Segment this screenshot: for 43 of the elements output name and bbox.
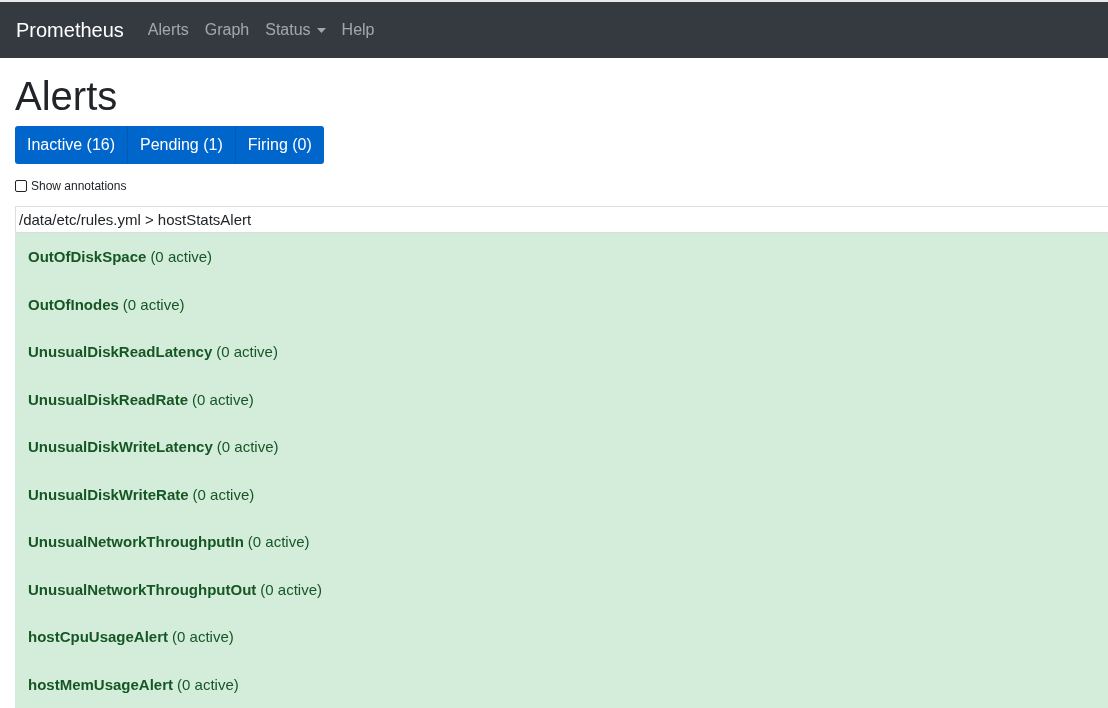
active-count: (0 active) (192, 485, 255, 503)
group-header: /data/etc/rules.yml > hostStatsAlert (15, 206, 1108, 233)
alert-rule-row[interactable]: UnusualDiskReadRate (0 active) (15, 375, 1108, 423)
alert-rule-row[interactable]: UnusualNetworkThroughputIn (0 active) (15, 518, 1108, 566)
alert-rule-row[interactable]: OutOfDiskSpace (0 active) (15, 233, 1108, 281)
active-count: (0 active) (216, 438, 279, 456)
rule-name: UnusualDiskWriteRate (28, 485, 189, 503)
filter-button[interactable]: Firing (0) (235, 126, 324, 164)
alert-rule-row[interactable]: UnusualDiskWriteRate (0 active) (15, 470, 1108, 518)
active-count: (0 active) (177, 675, 239, 693)
rule-name: UnusualNetworkThroughputOut (28, 580, 257, 598)
alert-rule-row[interactable]: hostCpuUsageAlert (0 active) (15, 613, 1108, 661)
rule-name: UnusualDiskWriteLatency (28, 438, 213, 456)
active-count: (0 active) (247, 533, 310, 551)
rule-name: OutOfInodes (28, 295, 119, 313)
brand-name[interactable]: Prometheus (16, 18, 124, 42)
nav-link[interactable]: Graph (196, 13, 258, 47)
alert-rule-row[interactable]: hostMemUsageAlert (0 active) (15, 660, 1108, 708)
alert-rule-row[interactable]: UnusualDiskReadLatency (0 active) (15, 328, 1108, 376)
page-title: Alerts (15, 74, 119, 118)
active-count: (0 active) (192, 390, 254, 408)
active-count: (0 active) (172, 628, 234, 646)
active-count: (0 active) (150, 248, 213, 266)
alert-rule-row[interactable]: UnusualNetworkThroughputOut (0 active) (15, 565, 1108, 613)
rule-name: UnusualDiskReadRate (28, 390, 189, 408)
nav-link[interactable]: Alerts (139, 13, 197, 47)
active-count: (0 active) (122, 295, 185, 313)
filter-button[interactable]: Inactive (16) (15, 126, 129, 164)
active-count: (0 active) (216, 343, 278, 361)
filter-button[interactable]: Pending (1) (128, 126, 236, 164)
checkbox-label: Show annotations (31, 179, 127, 193)
caret-icon (316, 27, 326, 33)
rule-name: UnusualDiskReadLatency (28, 343, 213, 361)
alert-rule-row[interactable]: OutOfInodes (0 active) (15, 280, 1108, 328)
active-count: (0 active) (260, 580, 322, 598)
nav-link[interactable]: Status (257, 13, 334, 47)
nav-link[interactable]: Help (333, 13, 383, 47)
rule-name: OutOfDiskSpace (28, 248, 147, 266)
rule-name: hostCpuUsageAlert (28, 628, 169, 646)
checkbox[interactable] (15, 180, 27, 192)
rule-name: UnusualNetworkThroughputIn (28, 533, 244, 551)
alert-rule-row[interactable]: UnusualDiskWriteLatency (0 active) (15, 423, 1108, 471)
rule-name: hostMemUsageAlert (28, 675, 174, 693)
